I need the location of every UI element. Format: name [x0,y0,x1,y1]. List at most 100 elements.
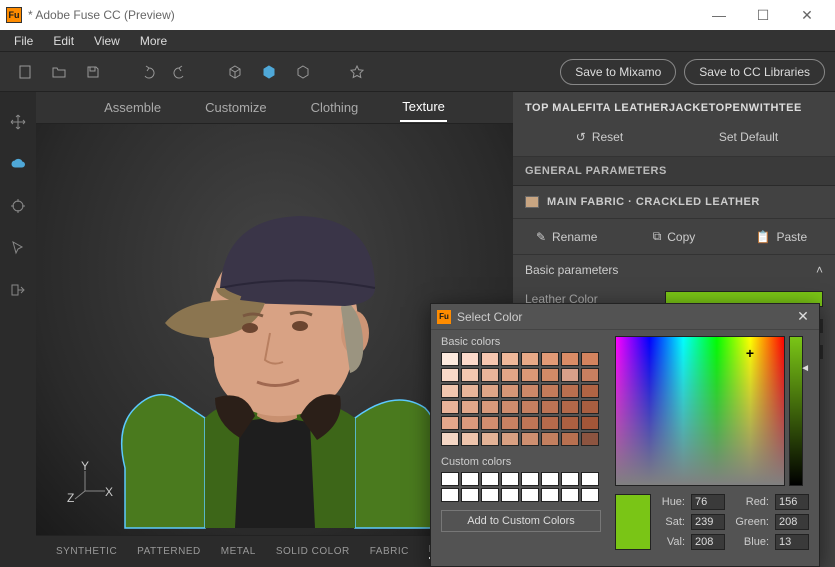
custom-swatch[interactable] [581,472,599,486]
basic-swatch[interactable] [461,384,479,398]
basic-swatch[interactable] [541,400,559,414]
custom-swatch[interactable] [481,472,499,486]
menu-more[interactable]: More [130,32,177,50]
basic-swatch[interactable] [561,352,579,366]
basic-swatch[interactable] [481,416,499,430]
custom-swatch[interactable] [561,472,579,486]
custom-swatch[interactable] [541,472,559,486]
basic-swatch[interactable] [581,416,599,430]
basic-swatch[interactable] [521,432,539,446]
export-tool-icon[interactable] [8,280,28,300]
move-tool-icon[interactable] [8,112,28,132]
cube-shaded-icon[interactable] [254,57,284,87]
minimize-button[interactable]: — [697,0,741,30]
basic-swatch[interactable] [501,416,519,430]
basic-swatch[interactable] [541,432,559,446]
cloud-tool-icon[interactable] [8,154,28,174]
basic-swatch[interactable] [461,432,479,446]
basic-swatch[interactable] [481,400,499,414]
custom-swatch[interactable] [521,488,539,502]
new-icon[interactable] [10,57,40,87]
basic-swatch[interactable] [581,368,599,382]
basic-swatch[interactable] [481,352,499,366]
blue-input[interactable] [775,534,809,550]
hue-input[interactable] [691,494,725,510]
undo-icon[interactable] [132,57,162,87]
basic-swatch[interactable] [521,352,539,366]
cube-solid-icon[interactable] [288,57,318,87]
redo-icon[interactable] [166,57,196,87]
basic-swatch[interactable] [541,384,559,398]
basic-swatch[interactable] [561,400,579,414]
custom-swatch[interactable] [541,488,559,502]
menu-view[interactable]: View [84,32,130,50]
basic-swatch[interactable] [581,352,599,366]
basic-swatch[interactable] [521,384,539,398]
paste-button[interactable]: 📋Paste [728,229,835,244]
basic-swatch[interactable] [501,432,519,446]
basic-swatch[interactable] [541,368,559,382]
custom-swatch[interactable] [481,488,499,502]
basic-swatch[interactable] [461,416,479,430]
custom-swatch[interactable] [501,472,519,486]
basic-swatch[interactable] [481,384,499,398]
menu-edit[interactable]: Edit [43,32,84,50]
basic-swatch[interactable] [441,384,459,398]
green-input[interactable] [775,514,809,530]
mtab-solid[interactable]: SOLID COLOR [276,546,350,557]
open-icon[interactable] [44,57,74,87]
cube-wire-icon[interactable] [220,57,250,87]
value-slider[interactable]: ◄ [789,336,803,486]
basic-swatch[interactable] [441,400,459,414]
mtab-synthetic[interactable]: SYNTHETIC [56,546,117,557]
color-gradient[interactable]: + [615,336,785,486]
basic-swatch[interactable] [521,416,539,430]
maximize-button[interactable]: ☐ [741,0,785,30]
star-icon[interactable] [342,57,372,87]
custom-swatch[interactable] [501,488,519,502]
basic-swatch[interactable] [461,368,479,382]
material-row[interactable]: MAIN FABRIC · CRACKLED LEATHER [513,186,835,219]
copy-button[interactable]: ⧉Copy [620,229,727,244]
basic-swatch[interactable] [521,368,539,382]
basic-swatch[interactable] [481,368,499,382]
basic-swatch[interactable] [521,400,539,414]
add-custom-button[interactable]: Add to Custom Colors [441,510,601,532]
tab-texture[interactable]: Texture [400,93,447,122]
mtab-metal[interactable]: METAL [221,546,256,557]
save-icon[interactable] [78,57,108,87]
menu-file[interactable]: File [4,32,43,50]
basic-swatch[interactable] [561,368,579,382]
basic-swatch[interactable] [581,432,599,446]
arrow-tool-icon[interactable] [8,238,28,258]
red-input[interactable] [775,494,809,510]
save-cc-button[interactable]: Save to CC Libraries [684,59,825,85]
basic-swatch[interactable] [581,400,599,414]
custom-swatch[interactable] [461,472,479,486]
custom-swatch[interactable] [441,472,459,486]
close-button[interactable]: ✕ [785,0,829,30]
tab-customize[interactable]: Customize [203,94,268,121]
basic-swatch[interactable] [441,368,459,382]
basic-swatch[interactable] [461,400,479,414]
mtab-patterned[interactable]: PATTERNED [137,546,201,557]
basic-swatch[interactable] [441,352,459,366]
basic-swatch[interactable] [441,432,459,446]
basic-swatch[interactable] [561,384,579,398]
reset-button[interactable]: ↺Reset [525,130,674,144]
basic-swatch[interactable] [441,416,459,430]
mtab-fabric[interactable]: FABRIC [370,546,409,557]
custom-swatch[interactable] [461,488,479,502]
basic-swatch[interactable] [561,432,579,446]
tab-clothing[interactable]: Clothing [309,94,361,121]
basic-swatch[interactable] [541,352,559,366]
sat-input[interactable] [691,514,725,530]
set-default-button[interactable]: Set Default [674,130,823,144]
basic-swatch[interactable] [501,352,519,366]
basic-swatch[interactable] [501,368,519,382]
val-input[interactable] [691,534,725,550]
dialog-header[interactable]: Fu Select Color ✕ [431,304,819,330]
custom-swatch[interactable] [561,488,579,502]
basic-swatch[interactable] [501,400,519,414]
custom-swatch[interactable] [441,488,459,502]
